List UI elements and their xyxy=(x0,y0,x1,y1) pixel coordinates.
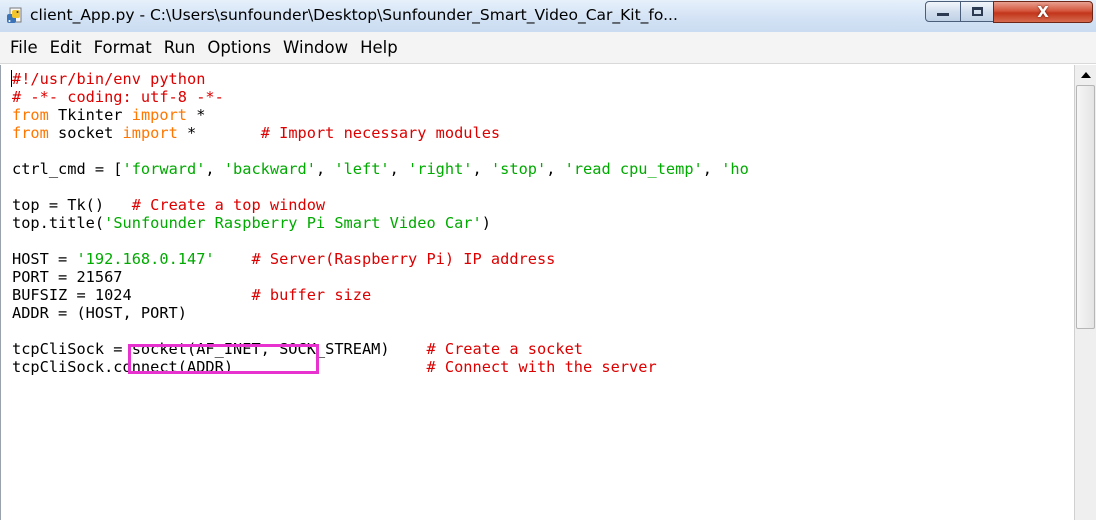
code-token: ctrl_cmd = [ xyxy=(12,160,123,178)
scroll-up-button[interactable] xyxy=(1075,65,1096,85)
maximize-button[interactable] xyxy=(960,1,994,22)
code-line: top = Tk() # Create a top window xyxy=(12,196,749,214)
code-line: tcpCliSock = socket(AF_INET, SOCK_STREAM… xyxy=(12,340,749,358)
code-token: top = Tk() xyxy=(12,196,132,214)
code-token: HOST = xyxy=(12,250,77,268)
code-token: , xyxy=(389,160,409,178)
code-line: HOST = '192.168.0.147' # Server(Raspberr… xyxy=(12,250,749,268)
menu-bar: File Edit Format Run Options Window Help xyxy=(0,32,1096,64)
code-line: BUFSIZ = 1024 # buffer size xyxy=(12,286,749,304)
code-token: 'read cpu_temp' xyxy=(564,160,703,178)
code-token: , xyxy=(315,160,335,178)
vertical-scrollbar[interactable] xyxy=(1074,65,1096,520)
code-token: , xyxy=(546,160,565,178)
code-token: # -*- coding: utf-8 -*- xyxy=(12,88,224,106)
code-token: , xyxy=(702,160,722,178)
code-token: , xyxy=(205,160,224,178)
code-text[interactable]: #!/usr/bin/env python # -*- coding: utf-8… xyxy=(12,70,749,376)
close-button[interactable]: X xyxy=(993,1,1093,23)
code-token: import xyxy=(122,124,178,142)
code-token: # buffer size xyxy=(251,286,372,304)
code-token: * xyxy=(177,124,261,142)
menu-run[interactable]: Run xyxy=(158,38,202,57)
title-bar[interactable]: client_App.py - C:\Users\sunfounder\Desk… xyxy=(0,0,1096,33)
code-line: #!/usr/bin/env python xyxy=(12,70,749,88)
code-token: # Create a socket xyxy=(426,340,583,358)
python-file-icon xyxy=(7,7,22,23)
code-token: from xyxy=(12,106,49,124)
code-line: top.title('Sunfounder Raspberry Pi Smart… xyxy=(12,214,749,232)
scrollbar-thumb[interactable] xyxy=(1076,85,1095,329)
code-token: # Connect with the server xyxy=(426,358,657,376)
idle-editor-window: client_App.py - C:\Users\sunfounder\Desk… xyxy=(0,0,1096,520)
code-line: from socket import * # Import necessary … xyxy=(12,124,749,142)
text-cursor xyxy=(11,70,12,87)
maximize-icon xyxy=(971,7,983,16)
code-token: BUFSIZ = 1024 xyxy=(12,286,252,304)
code-token: 'ho xyxy=(721,160,749,178)
code-token: ADDR = (HOST, PORT) xyxy=(12,304,187,322)
code-token: PORT = 21567 xyxy=(12,268,123,286)
minimize-button[interactable] xyxy=(925,1,961,22)
close-icon: X xyxy=(1037,3,1049,21)
code-token: '192.168.0.147' xyxy=(76,250,215,268)
code-token: import xyxy=(131,106,187,124)
menu-options[interactable]: Options xyxy=(201,38,277,57)
window-title: client_App.py - C:\Users\sunfounder\Desk… xyxy=(30,6,678,24)
menu-format[interactable]: Format xyxy=(88,38,158,57)
code-token: 'backward' xyxy=(223,160,316,178)
code-token: 'Sunfounder Raspberry Pi Smart Video Car… xyxy=(104,214,482,232)
menu-window[interactable]: Window xyxy=(277,38,354,57)
code-token: 'left' xyxy=(334,160,390,178)
code-editor[interactable]: #!/usr/bin/env python # -*- coding: utf-8… xyxy=(0,65,1074,520)
code-token: top.title( xyxy=(12,214,105,232)
code-line: PORT = 21567 xyxy=(12,268,749,286)
code-token: # Server(Raspberry Pi) IP address xyxy=(251,250,556,268)
code-line: tcpCliSock.connect(ADDR) # Connect with … xyxy=(12,358,749,376)
code-token: ) xyxy=(481,214,491,232)
code-token: from xyxy=(12,124,49,142)
code-token: #!/usr/bin/env python xyxy=(12,70,206,88)
arrow-up-icon xyxy=(1080,72,1091,78)
menu-file[interactable]: File xyxy=(4,38,44,57)
code-token: socket xyxy=(48,124,123,142)
code-token: 'stop' xyxy=(490,160,547,178)
code-line: ctrl_cmd = ['forward', 'backward', 'left… xyxy=(12,160,749,178)
code-token: 'right' xyxy=(408,160,473,178)
menu-help[interactable]: Help xyxy=(354,38,404,57)
code-token: * xyxy=(187,106,206,124)
code-line: from Tkinter import * xyxy=(12,106,749,124)
code-token: 'forward' xyxy=(122,160,206,178)
code-token: # Import necessary modules xyxy=(260,124,501,142)
ip-address-highlight-box xyxy=(128,344,319,374)
code-line: # -*- coding: utf-8 -*- xyxy=(12,88,749,106)
code-token: , xyxy=(472,160,491,178)
code-line: ADDR = (HOST, PORT) xyxy=(12,304,749,322)
code-token: Tkinter xyxy=(48,106,132,124)
code-token: # Create a top window xyxy=(131,196,326,214)
minimize-icon xyxy=(937,13,949,16)
menu-edit[interactable]: Edit xyxy=(44,38,88,57)
